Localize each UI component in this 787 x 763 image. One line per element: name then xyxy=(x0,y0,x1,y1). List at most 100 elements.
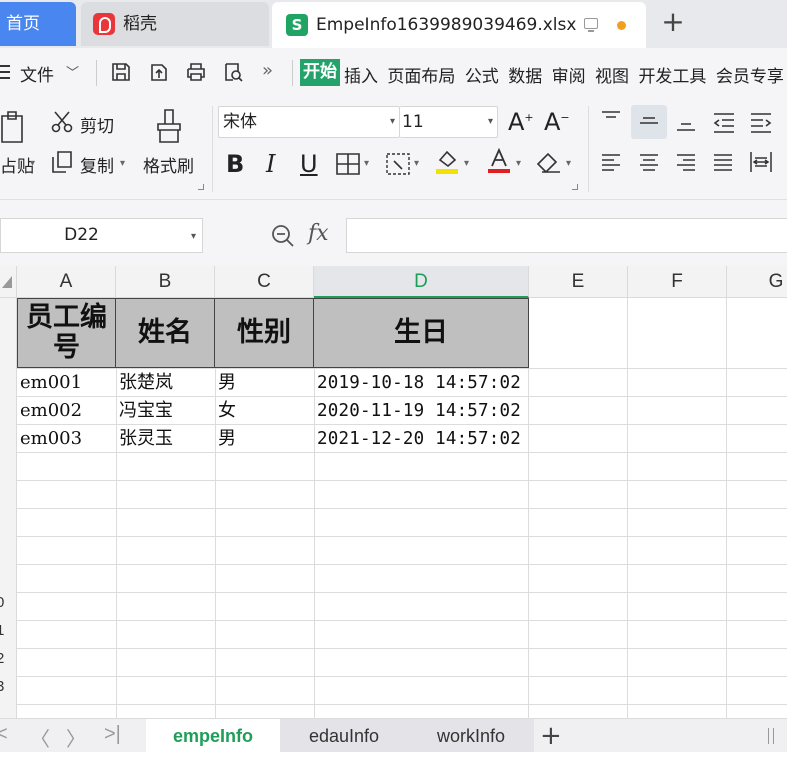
row-header-13[interactable]: 3 xyxy=(0,678,12,695)
justify-icon[interactable] xyxy=(712,152,734,174)
italic-button[interactable]: I xyxy=(266,150,275,178)
column-header-g[interactable]: G xyxy=(727,266,787,298)
column-header-f[interactable]: F xyxy=(628,266,727,298)
fill-pattern-dropdown-icon[interactable]: ▾ xyxy=(414,158,419,169)
column-header-d[interactable]: D xyxy=(314,266,529,298)
copy-button[interactable]: 复制 xyxy=(80,152,114,177)
last-sheet-icon[interactable]: >| xyxy=(104,723,121,746)
tab-daoke[interactable]: 稻壳 xyxy=(81,2,269,46)
menu-start[interactable]: 开始 xyxy=(300,59,340,86)
header-cell-birthday[interactable]: 生日 xyxy=(314,298,529,368)
menu-data[interactable]: 数据 xyxy=(508,67,542,87)
row-header-12[interactable]: 2 xyxy=(0,650,12,667)
bold-button[interactable]: B xyxy=(226,150,244,178)
copy-icon[interactable] xyxy=(50,150,74,174)
menu-review[interactable]: 审阅 xyxy=(552,67,586,87)
chevron-left-icon[interactable]: 〈 xyxy=(30,723,50,752)
tab-document[interactable]: S EmpeInfo1639989039469.xlsx xyxy=(272,2,646,48)
save-icon[interactable] xyxy=(110,61,132,83)
eraser-icon[interactable] xyxy=(536,150,562,174)
format-painter-button[interactable]: 格式刷 xyxy=(143,152,194,177)
column-header-e[interactable]: E xyxy=(529,266,628,298)
align-middle-icon[interactable] xyxy=(638,112,660,132)
borders-icon[interactable] xyxy=(336,153,360,175)
font-launcher-icon[interactable] xyxy=(572,184,578,190)
row-header-11[interactable]: 1 xyxy=(0,622,12,639)
align-top-icon[interactable] xyxy=(600,110,622,130)
menu-page-layout[interactable]: 页面布局 xyxy=(387,67,455,87)
select-all-corner[interactable] xyxy=(0,266,17,298)
sheet-tab-empeinfo[interactable]: empeInfo xyxy=(146,719,280,753)
eraser-dropdown-icon[interactable]: ▾ xyxy=(566,158,571,169)
clipboard-launcher-icon[interactable] xyxy=(198,184,204,190)
distribute-icon[interactable] xyxy=(749,150,773,174)
font-color-dropdown-icon[interactable]: ▾ xyxy=(516,158,521,169)
increase-font-icon[interactable]: A+ xyxy=(508,108,534,136)
cell-birthday[interactable]: 2019-10-18 14:57:02 xyxy=(314,369,529,397)
menu-file[interactable]: 文件 xyxy=(20,61,54,86)
align-center-icon[interactable] xyxy=(638,152,660,174)
cell-name[interactable]: 张楚岚 xyxy=(116,369,215,397)
chevron-right-icon[interactable]: 〉 xyxy=(66,723,86,752)
sheet-tab-edauinfo[interactable]: edauInfo xyxy=(280,719,408,753)
formula-input[interactable] xyxy=(346,218,787,253)
menu-insert[interactable]: 插入 xyxy=(344,67,378,87)
header-cell-employee-id[interactable]: 员工编号 xyxy=(17,298,116,368)
cell-gender[interactable]: 女 xyxy=(215,397,314,425)
sheet-tab-workinfo[interactable]: workInfo xyxy=(408,719,534,753)
fill-pattern-icon[interactable] xyxy=(386,153,410,175)
function-icon[interactable]: fx xyxy=(308,221,329,246)
underline-button[interactable]: U xyxy=(300,150,318,178)
menu-formula[interactable]: 公式 xyxy=(465,67,499,87)
scroll-splitter-icon[interactable] xyxy=(768,728,774,744)
format-painter-icon[interactable] xyxy=(154,108,184,144)
copy-dropdown-icon[interactable]: ▾ xyxy=(120,158,125,169)
paste-icon[interactable] xyxy=(0,110,28,144)
align-left-icon[interactable] xyxy=(600,152,622,174)
zoom-icon[interactable] xyxy=(270,223,296,249)
tab-home[interactable]: 首页 xyxy=(0,2,76,46)
cell-gender[interactable]: 男 xyxy=(215,369,314,397)
fill-color-icon[interactable] xyxy=(434,148,460,174)
align-right-icon[interactable] xyxy=(675,152,697,174)
cell-birthday[interactable]: 2020-11-19 14:57:02 xyxy=(314,397,529,425)
paste-label[interactable]: 占贴 xyxy=(0,152,34,177)
print-icon[interactable] xyxy=(185,61,207,83)
cell-birthday[interactable]: 2021-12-20 14:57:02 xyxy=(314,425,529,453)
cell-name[interactable]: 张灵玉 xyxy=(116,425,215,453)
column-header-b[interactable]: B xyxy=(116,266,215,298)
print-preview-icon[interactable] xyxy=(222,61,244,83)
cell-gender[interactable]: 男 xyxy=(215,425,314,453)
borders-dropdown-icon[interactable]: ▾ xyxy=(364,158,369,169)
font-color-icon[interactable] xyxy=(486,148,512,174)
fill-color-dropdown-icon[interactable]: ▾ xyxy=(464,158,469,169)
new-tab-button[interactable]: + xyxy=(660,8,686,38)
cell-employee-id[interactable]: em003 xyxy=(17,425,116,453)
cut-button[interactable]: 剪切 xyxy=(80,112,114,137)
cell-employee-id[interactable]: em001 xyxy=(17,369,116,397)
decrease-indent-icon[interactable] xyxy=(712,112,736,134)
scissors-icon[interactable] xyxy=(50,110,74,134)
paste-dropdown-icon[interactable]: ▾ xyxy=(30,158,35,169)
chevron-down-icon[interactable]: ﹀ xyxy=(66,62,79,81)
align-bottom-icon[interactable] xyxy=(675,114,697,134)
column-header-a[interactable]: A xyxy=(17,266,116,298)
cell-employee-id[interactable]: em002 xyxy=(17,397,116,425)
cell-name[interactable]: 冯宝宝 xyxy=(116,397,215,425)
menu-developer[interactable]: 开发工具 xyxy=(638,67,706,87)
menu-view[interactable]: 视图 xyxy=(595,67,629,87)
font-name-select[interactable]: 宋体 ▾ xyxy=(218,106,400,138)
increase-indent-icon[interactable] xyxy=(749,112,773,134)
more-icon[interactable]: » xyxy=(262,60,273,81)
decrease-font-icon[interactable]: A− xyxy=(544,108,570,136)
name-box[interactable]: D22 ▾ xyxy=(0,218,203,253)
header-cell-gender[interactable]: 性别 xyxy=(215,298,314,368)
row-header-10[interactable]: 0 xyxy=(0,594,12,611)
sheet-prev-icon[interactable]: < xyxy=(0,723,8,746)
add-sheet-button[interactable]: + xyxy=(540,721,562,751)
font-size-select[interactable]: 11 ▾ xyxy=(400,106,498,138)
export-icon[interactable] xyxy=(148,61,170,83)
header-cell-name[interactable]: 姓名 xyxy=(116,298,215,368)
column-header-c[interactable]: C xyxy=(215,266,314,298)
hamburger-icon[interactable] xyxy=(0,65,10,79)
